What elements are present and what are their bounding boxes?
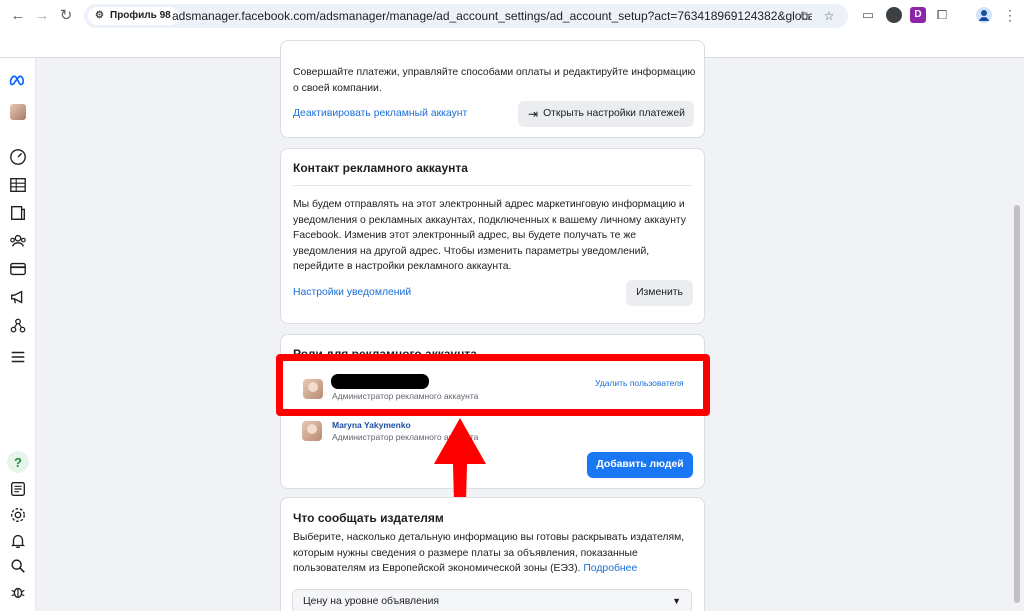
pages-icon[interactable]	[8, 203, 28, 223]
chevron-down-icon: ▼	[672, 596, 681, 606]
extension-d-icon[interactable]: D	[910, 7, 926, 23]
change-email-button[interactable]: Изменить	[626, 280, 693, 306]
address-bar[interactable]: ⚙ Профиль 98 adsmanager.facebook.com/ads…	[84, 4, 848, 28]
back-icon[interactable]: ←	[8, 6, 28, 26]
notification-settings-link[interactable]: Настройки уведомлений	[293, 287, 411, 298]
account-avatar[interactable]	[8, 102, 28, 122]
url-text[interactable]: adsmanager.facebook.com/adsmanager/manag…	[172, 4, 812, 28]
profile-chip[interactable]: ⚙ Профиль 98	[88, 7, 179, 25]
news-icon[interactable]	[8, 479, 28, 499]
highlight-frame	[276, 354, 710, 416]
meta-logo-icon[interactable]	[8, 70, 28, 90]
forward-icon[interactable]: →	[32, 6, 52, 26]
install-app-icon[interactable]: ⧉	[798, 9, 812, 23]
profile-label: Профиль 98	[110, 10, 171, 21]
page-scrollbar[interactable]	[1014, 205, 1020, 603]
bug-report-icon[interactable]	[8, 582, 28, 602]
help-icon[interactable]: ?	[7, 451, 29, 473]
extensions-puzzle-icon[interactable]: ⧠	[934, 7, 950, 23]
user-name-label[interactable]: Maryna Yakymenko	[332, 420, 411, 430]
open-payment-settings-label: Открыть настройки платежей	[543, 108, 685, 119]
table-icon[interactable]	[8, 175, 28, 195]
audience-icon[interactable]	[8, 231, 28, 251]
settings-gear-icon[interactable]	[8, 505, 28, 525]
notifications-bell-icon[interactable]	[8, 531, 28, 551]
payments-description: Совершайте платежи, управляйте способами…	[293, 67, 696, 94]
reload-icon[interactable]: ↻	[56, 6, 76, 26]
add-people-button[interactable]: Добавить людей	[587, 452, 693, 478]
user-avatar	[302, 421, 322, 441]
video-camera-icon[interactable]: ▭	[860, 7, 876, 23]
contact-divider	[293, 185, 692, 186]
bookmark-star-icon[interactable]: ☆	[822, 9, 836, 23]
payments-card: Совершайте платежи, управляйте способами…	[280, 40, 705, 138]
gauge-icon[interactable]	[8, 147, 28, 167]
publisher-detail-select[interactable]: Цену на уровне объявления ▼	[292, 589, 692, 611]
publishers-description: Выберите, насколько детальную информацию…	[293, 530, 698, 577]
deactivate-account-link[interactable]: Деактивировать рекламный аккаунт	[293, 108, 467, 119]
extension-cookie-icon[interactable]	[886, 7, 902, 23]
learn-more-link[interactable]: Подробнее	[583, 563, 637, 574]
account-contact-card: Контакт рекламного аккаунта Мы будем отп…	[280, 148, 705, 324]
open-payment-settings-button[interactable]: ⇥ Открыть настройки платежей	[518, 101, 694, 127]
browser-menu-icon[interactable]: ⋮	[1002, 7, 1018, 23]
contact-description: Мы будем отправлять на этот электронный …	[293, 199, 687, 272]
publishers-card-title: Что сообщать издателям	[293, 511, 444, 525]
profile-avatar-icon[interactable]	[976, 7, 992, 23]
contact-card-title: Контакт рекламного аккаунта	[293, 161, 468, 175]
business-tools-icon[interactable]	[8, 316, 28, 336]
menu-icon[interactable]	[8, 347, 28, 367]
select-value: Цену на уровне объявления	[303, 596, 440, 607]
billing-card-icon[interactable]	[8, 259, 28, 279]
exit-icon: ⇥	[528, 107, 539, 121]
search-icon[interactable]	[8, 556, 28, 576]
site-settings-icon[interactable]: ⚙	[95, 7, 104, 25]
left-navigation: ?	[0, 58, 36, 611]
megaphone-icon[interactable]	[8, 287, 28, 307]
